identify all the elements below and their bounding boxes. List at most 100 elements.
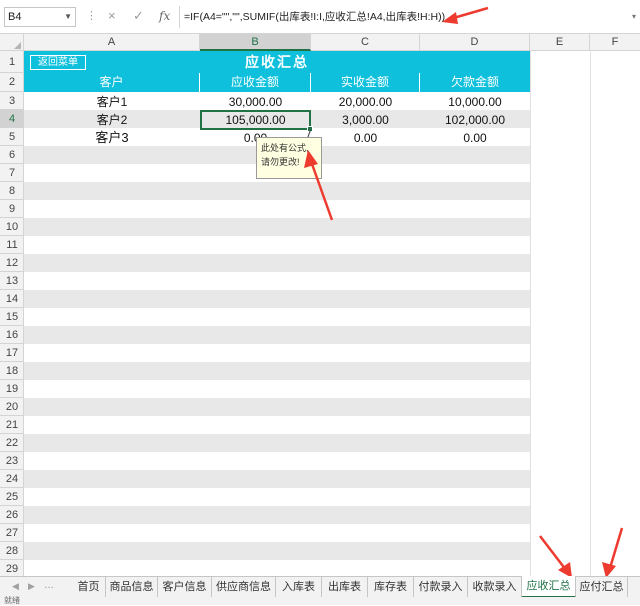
row-header-1[interactable]: 1 — [0, 51, 24, 73]
row-stripe — [24, 416, 530, 434]
sheet-grid[interactable]: 应收汇总 返回菜单 客户 应收金额 实收金额 欠款金额 客户1 30,000.0… — [24, 51, 640, 578]
cell-b3[interactable]: 30,000.00 — [200, 93, 311, 111]
select-all-corner[interactable] — [0, 34, 24, 51]
selected-cell-b4[interactable] — [200, 110, 313, 132]
scroll-tabs-right-icon[interactable]: ▶ — [28, 581, 35, 592]
row-header-9[interactable]: 9 — [0, 200, 24, 218]
row-header-3[interactable]: 3 — [0, 92, 24, 110]
row-stripe — [24, 236, 530, 254]
column-gridline — [590, 51, 591, 576]
chevron-down-icon[interactable]: ▼ — [64, 8, 72, 26]
row-stripe — [24, 470, 530, 488]
row-header-8[interactable]: 8 — [0, 182, 24, 200]
cell-a5[interactable]: 客户3 — [24, 129, 200, 147]
row-stripe — [24, 362, 530, 380]
row-header-5[interactable]: 5 — [0, 128, 24, 146]
row-header-10[interactable]: 10 — [0, 218, 24, 236]
sheet-tab-bar: ◀ ▶ … 首页 商品信息 客户信息 供应商信息 入库表 出库表 库存表 付款录入 收款录入 应收… — [0, 576, 640, 598]
row-header-26[interactable]: 26 — [0, 506, 24, 524]
enter-check-icon[interactable]: ✓ — [133, 9, 144, 23]
sheet-tab[interactable]: 出库表 — [322, 577, 368, 598]
sheet-tab[interactable]: 供应商信息 — [212, 577, 276, 598]
column-header-c[interactable]: C — [311, 34, 420, 51]
row-header-28[interactable]: 28 — [0, 542, 24, 560]
row-header-21[interactable]: 21 — [0, 416, 24, 434]
row-header-14[interactable]: 14 — [0, 290, 24, 308]
row-header-6[interactable]: 6 — [0, 146, 24, 164]
more-tabs-icon[interactable]: … — [44, 580, 54, 591]
row-stripe — [24, 308, 530, 326]
row-header-11[interactable]: 11 — [0, 236, 24, 254]
row-stripe — [24, 326, 530, 344]
sheet-tab[interactable]: 付款录入 — [414, 577, 468, 598]
formula-input[interactable]: =IF(A4="","",SUMIF(出库表!I:I,应收汇总!A4,出库表!H… — [184, 9, 484, 25]
column-header-d[interactable]: D — [420, 34, 530, 51]
cell-c5[interactable]: 0.00 — [311, 129, 420, 147]
row-stripe — [24, 254, 530, 272]
column-header-b[interactable]: B — [200, 34, 311, 51]
row-header-24[interactable]: 24 — [0, 470, 24, 488]
column-header: A B C D E F — [0, 34, 640, 51]
row-header-15[interactable]: 15 — [0, 308, 24, 326]
row-header-25[interactable]: 25 — [0, 488, 24, 506]
header-received: 实收金额 — [311, 73, 420, 92]
sheet-title: 应收汇总 — [245, 54, 309, 70]
scroll-tabs-left-icon[interactable]: ◀ — [12, 581, 19, 592]
formula-arrow-icon — [442, 6, 489, 24]
title-band: 应收汇总 返回菜单 — [24, 51, 530, 73]
cell-a4[interactable]: 客户2 — [24, 111, 200, 129]
row-header-12[interactable]: 12 — [0, 254, 24, 272]
sheet-tab[interactable]: 应付汇总 — [576, 577, 628, 598]
row-header-18[interactable]: 18 — [0, 362, 24, 380]
drag-handle-icon: ⋮ — [86, 10, 97, 22]
cell-d5[interactable]: 0.00 — [420, 129, 530, 147]
row-header-16[interactable]: 16 — [0, 326, 24, 344]
sheet-tab[interactable]: 入库表 — [276, 577, 322, 598]
header-row: 客户 应收金额 实收金额 欠款金额 — [24, 73, 530, 92]
name-box[interactable]: B4 ▼ — [4, 7, 76, 27]
sheet-tab[interactable]: 应收汇总 — [522, 576, 576, 598]
row-header-13[interactable]: 13 — [0, 272, 24, 290]
active-tab-arrow-icon — [539, 535, 572, 578]
row-stripe — [24, 524, 530, 542]
row-header-23[interactable]: 23 — [0, 452, 24, 470]
insert-function-icon[interactable]: fx — [159, 9, 170, 23]
cell-d4[interactable]: 102,000.00 — [420, 111, 530, 129]
name-box-value: B4 — [8, 11, 22, 23]
sheet-tab[interactable]: 商品信息 — [106, 577, 158, 598]
row-stripe — [24, 272, 530, 290]
back-to-menu-button[interactable]: 返回菜单 — [30, 55, 86, 70]
row-header-4[interactable]: 4 — [0, 110, 24, 128]
row-header: 1 2 3 4 5 6 7 8 9 10 11 12 13 14 15 16 17 18 19 20 21 22 23 24 2… — [0, 51, 24, 578]
row-stripe — [24, 182, 530, 200]
row-stripe — [24, 398, 530, 416]
row-stripe — [24, 218, 530, 236]
sheet-tab[interactable]: 首页 — [72, 577, 106, 598]
empty-columns[interactable] — [530, 51, 640, 576]
row-header-19[interactable]: 19 — [0, 380, 24, 398]
sheet-tab[interactable]: 收款录入 — [468, 577, 522, 598]
cell-c3[interactable]: 20,000.00 — [311, 93, 420, 111]
row-header-7[interactable]: 7 — [0, 164, 24, 182]
row-header-2[interactable]: 2 — [0, 73, 24, 92]
cell-a3[interactable]: 客户1 — [24, 93, 200, 111]
row-stripe — [24, 200, 530, 218]
sheet-tab[interactable]: 客户信息 — [158, 577, 212, 598]
sheet-tab[interactable]: 库存表 — [368, 577, 414, 598]
cell-d3[interactable]: 10,000.00 — [420, 93, 530, 111]
cancel-icon[interactable]: × — [108, 9, 116, 23]
column-header-f[interactable]: F — [590, 34, 640, 51]
row-header-20[interactable]: 20 — [0, 398, 24, 416]
row-header-17[interactable]: 17 — [0, 344, 24, 362]
cell-c4[interactable]: 3,000.00 — [311, 111, 420, 129]
row-stripe — [24, 380, 530, 398]
row-stripe — [24, 506, 530, 524]
expand-formula-icon[interactable]: ▾ — [632, 12, 636, 21]
payable-tab-arrow-icon — [602, 527, 624, 578]
column-header-e[interactable]: E — [530, 34, 590, 51]
status-bar: 就绪 — [0, 596, 640, 605]
row-stripe — [24, 344, 530, 362]
row-header-27[interactable]: 27 — [0, 524, 24, 542]
column-header-a[interactable]: A — [24, 34, 200, 51]
row-header-22[interactable]: 22 — [0, 434, 24, 452]
